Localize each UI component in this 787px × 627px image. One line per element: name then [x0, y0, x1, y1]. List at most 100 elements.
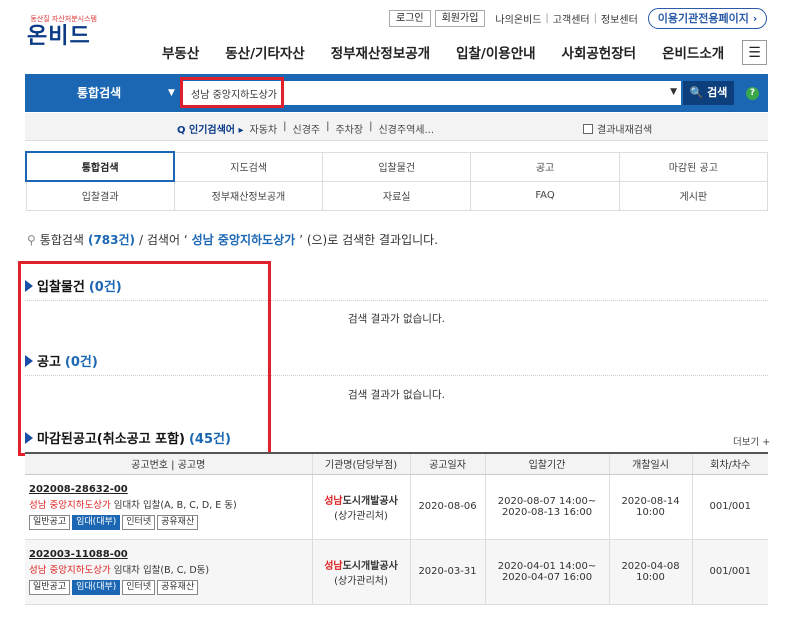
utility-bar: 로그인 회원가입 나의온비드 | 고객센터 | 정보센터 이용기관전용페이지 ›	[389, 8, 768, 29]
highlight-box-search	[180, 77, 284, 108]
tab-bid-results[interactable]: 입찰결과	[25, 180, 175, 211]
notice-title[interactable]: 성남 중앙지하도상가 임대차 입찰(B, C, D동)	[29, 562, 312, 576]
tab-gov-property[interactable]: 정부재산정보공개	[173, 180, 324, 211]
popular-keywords: Q 인기검색어 ▸ 자동차 | 신경주 | 주차장 | 신경주역세... 결과내…	[25, 113, 768, 141]
caret-right-icon: ▸	[238, 125, 244, 136]
col-header: 기관명(담당부점)	[311, 452, 410, 475]
info-center-link[interactable]: 정보센터	[601, 11, 638, 26]
tag-list: 일반공고 임대(대부) 인터넷 공유재산	[29, 514, 312, 530]
tab-bid-items[interactable]: 입찰물건	[322, 151, 472, 182]
separator: |	[369, 121, 373, 132]
notice-date: 2020-03-31	[409, 539, 485, 605]
signup-button[interactable]: 회원가입	[434, 10, 486, 27]
table-row[interactable]: 202008-28632-00 성남 중앙지하도상가 임대차 입찰(A, B, …	[25, 474, 768, 540]
search-button[interactable]: 🔍 검색	[683, 81, 734, 105]
result-summary: ⚲ 통합검색 (783건) / 검색어 ‘성남 중앙지하도상가’ (으)로 검색…	[27, 231, 438, 248]
more-link[interactable]: 더보기 +	[733, 434, 770, 448]
hamburger-menu-icon[interactable]: ☰	[742, 40, 767, 65]
summary-count: (783건)	[87, 233, 136, 247]
popular-keywords-label: Q 인기검색어 ▸	[177, 121, 244, 136]
tag-badge: 인터넷	[122, 514, 156, 530]
tag-badge: 공유재산	[157, 579, 199, 595]
col-header: 입찰기간	[484, 452, 609, 475]
nav-item-real-estate[interactable]: 부동산	[162, 42, 199, 62]
checkbox-label: 결과내재검색	[597, 125, 653, 136]
nav-item-about[interactable]: 온비드소개	[662, 42, 724, 62]
logo-tagline: 동산질 자산처분시스템	[30, 15, 97, 23]
notice-title-highlight: 성남 중앙지하도상가	[29, 564, 111, 576]
search-scope-label: 통합검색	[77, 86, 122, 100]
login-button[interactable]: 로그인	[389, 10, 431, 27]
tag-badge: 공유재산	[157, 514, 199, 530]
opening-datetime: 2020-08-14 10:00	[608, 474, 692, 540]
highlight-box-sections	[18, 261, 271, 456]
org-cell: 성남도시개발공사 (상가관리처)	[311, 539, 410, 605]
nav-item-movables[interactable]: 동산/기타자산	[225, 42, 304, 62]
popular-keyword-item[interactable]: 신경주	[293, 121, 321, 136]
org-page-button[interactable]: 이용기관전용페이지 ›	[647, 8, 768, 29]
tab-notices[interactable]: 공고	[470, 151, 620, 182]
org-name: 도시개발공사	[342, 495, 398, 507]
tab-map-search[interactable]: 지도검색	[173, 151, 324, 182]
main-nav: 부동산 동산/기타자산 정부재산정보공개 입찰/이용안내 사회공헌장터 온비드소…	[162, 42, 724, 62]
search-icon: 🔍	[689, 86, 704, 99]
nav-item-bid-guide[interactable]: 입찰/이용안내	[456, 42, 535, 62]
notice-title-highlight: 성남 중앙지하도상가	[29, 499, 111, 511]
tab-closed-notices[interactable]: 마감된 공고	[618, 151, 769, 182]
tab-integrated-search[interactable]: 통합검색	[24, 151, 176, 182]
notice-id-link[interactable]: 202003-11088-00	[29, 549, 312, 560]
search-icon: Q	[177, 125, 186, 136]
logo-text: 온비드	[27, 24, 91, 49]
search-icon: ⚲	[27, 232, 36, 247]
dropdown-arrow-icon[interactable]: ▼	[670, 87, 677, 97]
col-header: 회차/차수	[691, 452, 768, 475]
separator: |	[545, 13, 549, 24]
tab-archive[interactable]: 자료실	[322, 180, 472, 211]
org-cell: 성남도시개발공사 (상가관리처)	[311, 474, 410, 540]
help-icon[interactable]: ?	[746, 87, 759, 100]
bid-period-start: 2020-04-01 14:00~	[497, 560, 597, 572]
col-header: 개찰일시	[608, 452, 692, 475]
notice-title[interactable]: 성남 중앙지하도상가 임대차 입찰(A, B, C, D, E 동)	[29, 497, 312, 511]
search-scope-select[interactable]: 통합검색 ▼	[25, 74, 180, 112]
opening-datetime: 2020-04-08 10:00	[608, 539, 692, 605]
col-header: 공고일자	[409, 452, 485, 475]
summary-prefix: 통합검색	[39, 233, 84, 247]
notice-date: 2020-08-06	[409, 474, 485, 540]
my-onbid-link[interactable]: 나의온비드	[495, 11, 541, 26]
tag-badge: 일반공고	[29, 514, 71, 530]
org-dept: (상가관리처)	[334, 575, 388, 587]
site-logo[interactable]: 동산질 자산처분시스템 온비드	[27, 14, 97, 50]
separator: |	[326, 121, 330, 132]
separator: |	[283, 121, 287, 132]
col-header: 공고번호 | 공고명	[25, 452, 312, 475]
org-dept: (상가관리처)	[334, 510, 388, 522]
round: 001/001	[691, 539, 768, 605]
tag-badge: 인터넷	[122, 579, 156, 595]
notice-id-link[interactable]: 202008-28632-00	[29, 484, 312, 495]
summary-suffix: ’ (으)로 검색한 결과입니다.	[299, 233, 439, 247]
popular-keyword-item[interactable]: 주차장	[335, 121, 363, 136]
popular-label-text: 인기검색어	[189, 125, 235, 136]
nav-item-gov-property[interactable]: 정부재산정보공개	[331, 42, 430, 62]
popular-keyword-item[interactable]: 자동차	[250, 121, 278, 136]
summary-keyword: 성남 중앙지하도상가	[191, 233, 296, 247]
bid-period-start: 2020-08-07 14:00~	[497, 495, 597, 507]
tab-board[interactable]: 게시판	[618, 180, 769, 211]
category-tabs: 통합검색 지도검색 입찰물건 공고 마감된 공고 입찰결과 정부재산정보공개 자…	[24, 151, 769, 211]
popular-keyword-item[interactable]: 신경주역세...	[378, 121, 434, 136]
nav-item-social-market[interactable]: 사회공헌장터	[562, 42, 637, 62]
tag-badge: 임대(대부)	[72, 514, 121, 530]
tag-badge: 일반공고	[29, 579, 71, 595]
table-row[interactable]: 202003-11088-00 성남 중앙지하도상가 임대차 입찰(B, C, …	[25, 539, 768, 605]
org-name: 도시개발공사	[342, 560, 398, 572]
checkbox[interactable]	[583, 123, 593, 134]
bid-period: 2020-08-07 14:00~ 2020-08-13 16:00	[484, 474, 609, 540]
bid-period: 2020-04-01 14:00~ 2020-04-07 16:00	[484, 539, 609, 605]
notice-title-rest: 임대차 입찰(B, C, D동)	[110, 564, 210, 576]
tab-faq[interactable]: FAQ	[470, 180, 620, 211]
customer-center-link[interactable]: 고객센터	[553, 11, 590, 26]
results-table: 공고번호 | 공고명 기관명(담당부점) 공고일자 입찰기간 개찰일시 회차/차…	[25, 452, 768, 605]
search-within-results[interactable]: 결과내재검색	[583, 121, 652, 136]
separator: |	[593, 13, 597, 24]
